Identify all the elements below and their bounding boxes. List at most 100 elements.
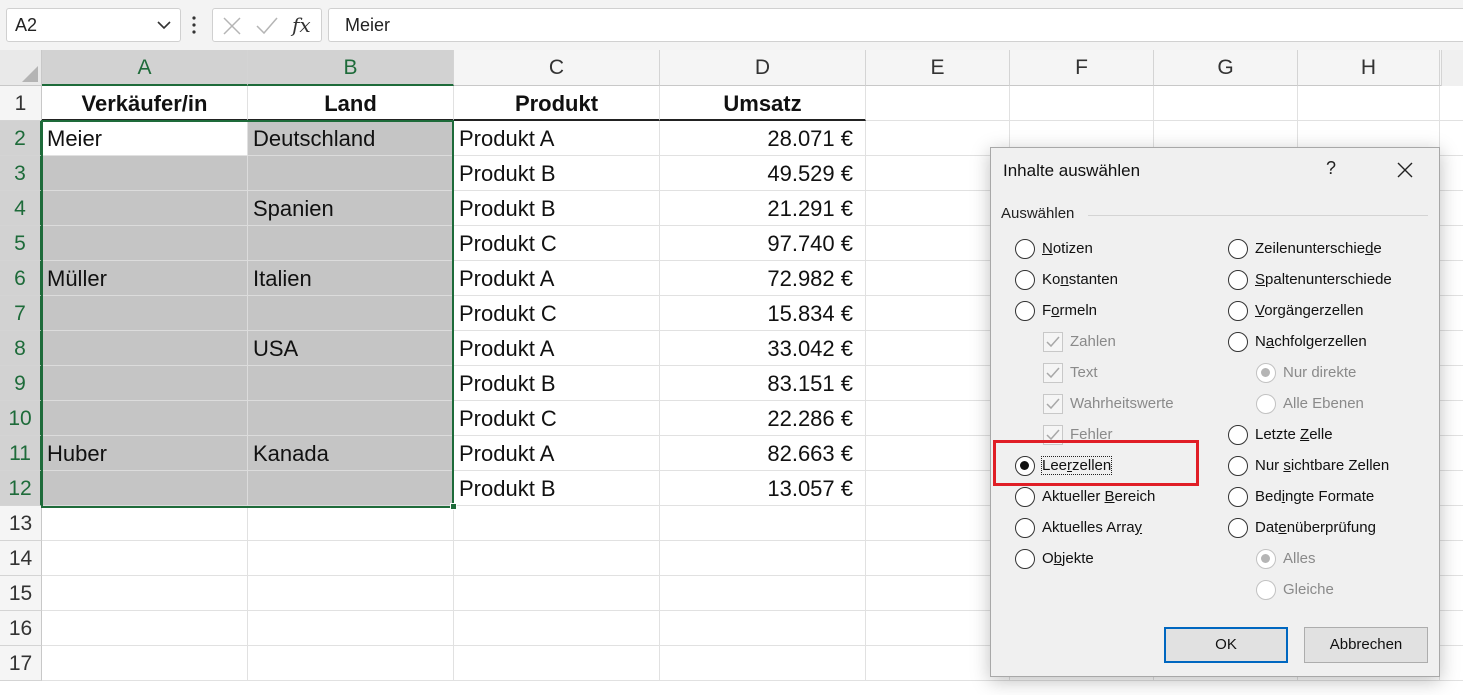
cell-A7[interactable]	[42, 296, 248, 331]
column-header-c[interactable]: C	[454, 50, 660, 86]
cell-D16[interactable]	[660, 611, 866, 646]
cell-C13[interactable]	[454, 506, 660, 541]
cell-D9[interactable]: 83.151 €	[660, 366, 866, 401]
cell-C14[interactable]	[454, 541, 660, 576]
radio-button[interactable]	[1228, 518, 1248, 538]
cell-C2[interactable]: Produkt A	[454, 121, 660, 156]
cell-E1[interactable]	[866, 86, 1010, 121]
cell-C12[interactable]: Produkt B	[454, 471, 660, 506]
cell-C9[interactable]: Produkt B	[454, 366, 660, 401]
option-konstanten[interactable]: Konstanten	[1015, 269, 1215, 291]
cell-D1[interactable]: Umsatz	[660, 86, 866, 121]
column-header-a[interactable]: A	[42, 50, 248, 86]
cell-E8[interactable]	[866, 331, 1010, 366]
cell-E3[interactable]	[866, 156, 1010, 191]
cell-X12[interactable]	[1440, 471, 1463, 506]
cell-E5[interactable]	[866, 226, 1010, 261]
row-header-8[interactable]: 8	[0, 331, 42, 366]
select-all-corner[interactable]	[0, 50, 42, 86]
chevron-down-icon[interactable]	[156, 15, 172, 35]
cell-D5[interactable]: 97.740 €	[660, 226, 866, 261]
cell-D10[interactable]: 22.286 €	[660, 401, 866, 436]
cell-A17[interactable]	[42, 646, 248, 681]
cell-D13[interactable]	[660, 506, 866, 541]
cell-C16[interactable]	[454, 611, 660, 646]
cell-E7[interactable]	[866, 296, 1010, 331]
cell-B11[interactable]: Kanada	[248, 436, 454, 471]
cell-D8[interactable]: 33.042 €	[660, 331, 866, 366]
cell-C6[interactable]: Produkt A	[454, 261, 660, 296]
cell-B1[interactable]: Land	[248, 86, 454, 121]
radio-button[interactable]	[1015, 239, 1035, 259]
cell-X3[interactable]	[1440, 156, 1463, 191]
cell-A11[interactable]: Huber	[42, 436, 248, 471]
cell-E10[interactable]	[866, 401, 1010, 436]
option-datenüberprüfung[interactable]: Datenüberprüfung	[1228, 517, 1428, 539]
row-header-15[interactable]: 15	[0, 576, 42, 611]
cell-B14[interactable]	[248, 541, 454, 576]
cell-B2[interactable]: Deutschland	[248, 121, 454, 156]
row-header-6[interactable]: 6	[0, 261, 42, 296]
cell-D7[interactable]: 15.834 €	[660, 296, 866, 331]
cell-B17[interactable]	[248, 646, 454, 681]
column-header-f[interactable]: F	[1010, 50, 1154, 86]
cell-G1[interactable]	[1154, 86, 1298, 121]
cell-C1[interactable]: Produkt	[454, 86, 660, 121]
cell-E9[interactable]	[866, 366, 1010, 401]
option-nur-sichtbare-zellen[interactable]: Nur sichtbare Zellen	[1228, 455, 1428, 477]
cell-A15[interactable]	[42, 576, 248, 611]
row-header-11[interactable]: 11	[0, 436, 42, 471]
cell-D12[interactable]: 13.057 €	[660, 471, 866, 506]
ok-button[interactable]: OK	[1164, 627, 1288, 663]
cell-A4[interactable]	[42, 191, 248, 226]
option-bedingte-formate[interactable]: Bedingte Formate	[1228, 486, 1428, 508]
cell-A14[interactable]	[42, 541, 248, 576]
row-header-2[interactable]: 2	[0, 121, 42, 156]
cell-C3[interactable]: Produkt B	[454, 156, 660, 191]
formula-input[interactable]: Meier	[328, 8, 1463, 42]
radio-button[interactable]	[1228, 332, 1248, 352]
row-header-9[interactable]: 9	[0, 366, 42, 401]
option-nachfolgerzellen[interactable]: Nachfolgerzellen	[1228, 331, 1428, 353]
cell-A1[interactable]: Verkäufer/in	[42, 86, 248, 121]
cell-D2[interactable]: 28.071 €	[660, 121, 866, 156]
more-options-icon[interactable]	[190, 14, 198, 36]
cell-X5[interactable]	[1440, 226, 1463, 261]
cell-E15[interactable]	[866, 576, 1010, 611]
radio-button[interactable]	[1015, 549, 1035, 569]
column-header-e[interactable]: E	[866, 50, 1010, 86]
radio-button[interactable]	[1015, 270, 1035, 290]
column-header-b[interactable]: B	[248, 50, 454, 86]
cell-E13[interactable]	[866, 506, 1010, 541]
radio-button[interactable]	[1228, 487, 1248, 507]
cell-X6[interactable]	[1440, 261, 1463, 296]
cell-A12[interactable]	[42, 471, 248, 506]
row-header-12[interactable]: 12	[0, 471, 42, 506]
cell-H1[interactable]	[1298, 86, 1440, 121]
row-header-13[interactable]: 13	[0, 506, 42, 541]
cell-D15[interactable]	[660, 576, 866, 611]
cell-E11[interactable]	[866, 436, 1010, 471]
cell-A10[interactable]	[42, 401, 248, 436]
row-header-3[interactable]: 3	[0, 156, 42, 191]
cell-D11[interactable]: 82.663 €	[660, 436, 866, 471]
cell-F1[interactable]	[1010, 86, 1154, 121]
cell-X1[interactable]	[1440, 86, 1463, 121]
cell-B8[interactable]: USA	[248, 331, 454, 366]
cell-A13[interactable]	[42, 506, 248, 541]
option-letzte-zelle[interactable]: Letzte Zelle	[1228, 424, 1428, 446]
row-header-7[interactable]: 7	[0, 296, 42, 331]
cell-X2[interactable]	[1440, 121, 1463, 156]
cell-B12[interactable]	[248, 471, 454, 506]
cell-X16[interactable]	[1440, 611, 1463, 646]
cell-B9[interactable]	[248, 366, 454, 401]
cell-A2[interactable]: Meier	[42, 121, 248, 156]
fill-handle[interactable]	[450, 503, 457, 510]
confirm-icon[interactable]	[255, 15, 279, 37]
cell-E4[interactable]	[866, 191, 1010, 226]
cell-B16[interactable]	[248, 611, 454, 646]
insert-function-icon[interactable]: fx	[292, 13, 311, 37]
option-aktuelles-array[interactable]: Aktuelles Array	[1015, 517, 1215, 539]
cell-A3[interactable]	[42, 156, 248, 191]
radio-button[interactable]	[1015, 518, 1035, 538]
